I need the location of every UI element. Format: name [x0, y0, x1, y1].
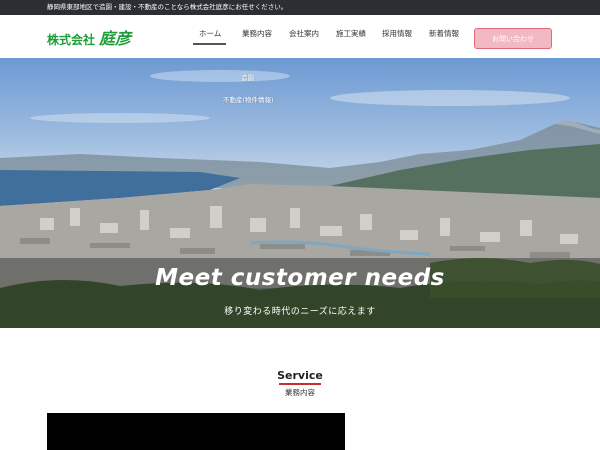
service-section-subheading: 業務内容: [285, 388, 315, 397]
site-logo[interactable]: 株式会社 庭彦: [47, 25, 132, 48]
dropdown-item-real-estate[interactable]: 不動産(物件情報): [223, 94, 274, 104]
contact-button[interactable]: お問い合わせ: [474, 28, 552, 49]
nav-item-company[interactable]: 会社案内: [289, 28, 319, 39]
logo-prefix: 株式会社: [47, 33, 96, 47]
logo-name: 庭彦: [99, 29, 132, 48]
service-section-heading: Service: [277, 369, 323, 382]
top-announcement-bar: 静岡県東部地区で造園・建設・不動産のことなら株式会社庭彦にお任せください。: [0, 0, 600, 15]
service-heading-underline: [279, 383, 321, 385]
nav-item-recruit[interactable]: 採用情報: [382, 28, 412, 39]
nav-item-news[interactable]: 新着情報: [429, 28, 459, 39]
site-header: 株式会社 庭彦 ホーム 業務内容 会社案内 施工実績 採用情報 新着情報 お問い…: [0, 15, 600, 59]
active-nav-indicator: [193, 43, 226, 45]
announcement-text: 静岡県東部地区で造園・建設・不動産のことなら株式会社庭彦にお任せください。: [47, 3, 288, 11]
nav-item-home[interactable]: ホーム: [199, 28, 221, 39]
hero-subtitle: 移り変わる時代のニーズに応えます: [224, 307, 376, 317]
nav-item-services[interactable]: 業務内容: [242, 28, 272, 39]
dropdown-item-landscaping[interactable]: 造園: [241, 72, 254, 82]
hero-title: Meet customer needs: [155, 265, 445, 291]
nav-item-works[interactable]: 施工実績: [336, 28, 366, 39]
service-media-block: [47, 413, 345, 450]
